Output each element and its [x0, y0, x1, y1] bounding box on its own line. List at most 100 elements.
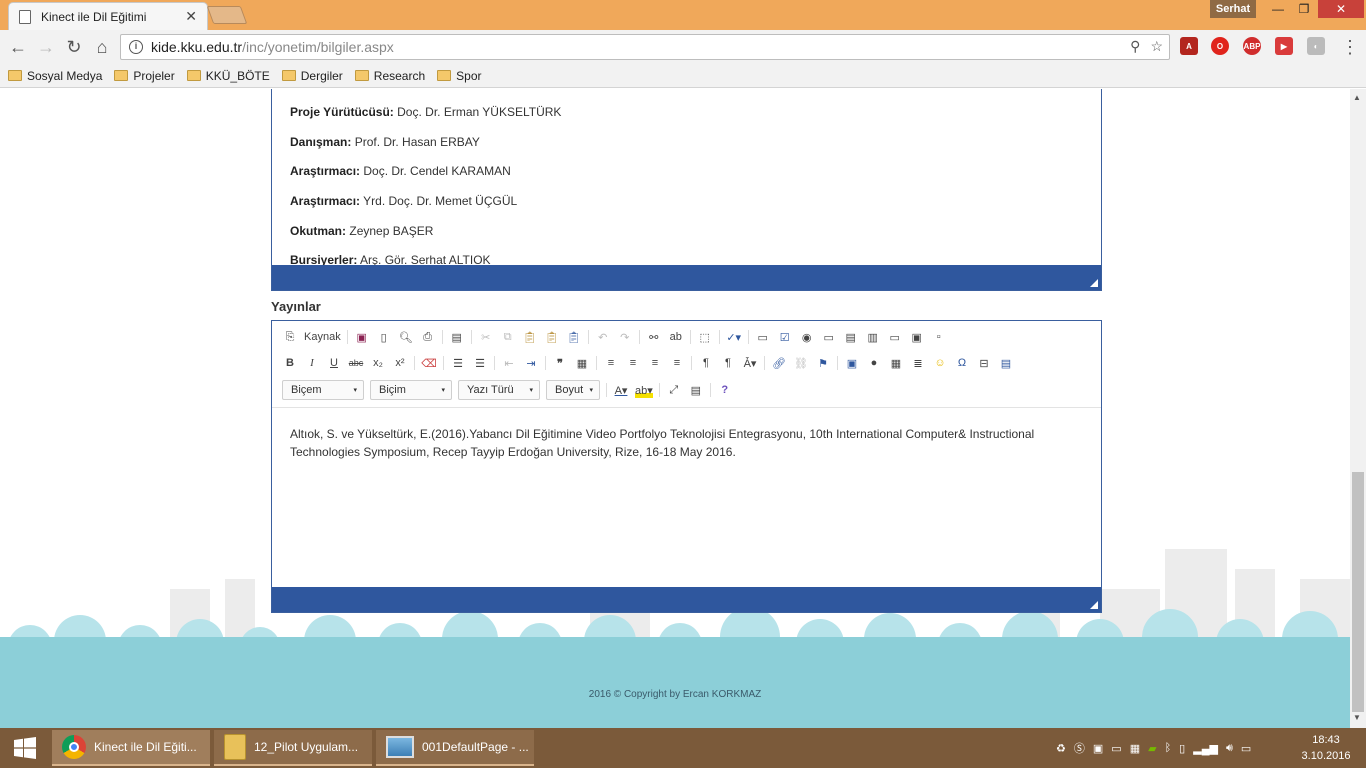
- team-editor[interactable]: Proje Yürütücüsü: Doç. Dr. Erman YÜKSELT…: [271, 89, 1102, 291]
- style-select[interactable]: Biçem ▾: [282, 380, 364, 400]
- resize-handle-icon[interactable]: [1090, 279, 1098, 287]
- align-justify-icon[interactable]: ≡: [669, 355, 685, 371]
- volume-icon[interactable]: 🔊︎: [1226, 742, 1233, 755]
- size-select[interactable]: Boyut ▾: [546, 380, 600, 400]
- italic-icon[interactable]: I: [304, 355, 320, 371]
- iframe-icon[interactable]: ▤: [998, 355, 1014, 371]
- taskbar-item-image[interactable]: 001DefaultPage - ...: [376, 730, 534, 766]
- checkbox-icon[interactable]: ☑: [777, 329, 793, 345]
- page-break-icon[interactable]: ⊟: [976, 355, 992, 371]
- text-color-icon[interactable]: A▾: [613, 382, 629, 398]
- blockquote-icon[interactable]: ❞: [552, 355, 568, 371]
- nvidia-icon[interactable]: ▰: [1148, 742, 1156, 755]
- bookmark-folder[interactable]: Research: [354, 69, 425, 83]
- publications-editor[interactable]: ⎘ Kaynak ▣ ▯ 🔍︎ ⎙ ▤ ✂ ⧉ 📋︎ 📋︎ 📋︎ ↶ ↷ ⚯ a…: [271, 320, 1102, 613]
- new-tab-button[interactable]: [206, 6, 248, 24]
- font-select[interactable]: Yazı Türü ▾: [458, 380, 540, 400]
- copy-icon[interactable]: ⧉: [500, 329, 516, 345]
- select-all-icon[interactable]: ⬚: [697, 329, 713, 345]
- hidden-field-icon[interactable]: ▫: [931, 329, 947, 345]
- battery-icon[interactable]: ▯: [1179, 742, 1185, 755]
- address-bar[interactable]: i kide.kku.edu.tr/inc/yonetim/bilgiler.a…: [120, 34, 1170, 60]
- bulleted-list-icon[interactable]: ☰: [472, 355, 488, 371]
- align-left-icon[interactable]: ≡: [603, 355, 619, 371]
- horizontal-rule-icon[interactable]: ≣: [910, 355, 926, 371]
- pdf-extension-icon[interactable]: A: [1180, 37, 1198, 55]
- spellcheck-icon[interactable]: ✓▾: [726, 329, 742, 345]
- adblock-extension-icon[interactable]: ABP: [1243, 37, 1261, 55]
- minimize-icon[interactable]: —: [1266, 0, 1290, 18]
- numbered-list-icon[interactable]: ☰: [450, 355, 466, 371]
- align-center-icon[interactable]: ≡: [625, 355, 641, 371]
- form-icon[interactable]: ▭: [755, 329, 771, 345]
- sync-icon[interactable]: ♻: [1056, 742, 1066, 755]
- tab-close-icon[interactable]: ✕: [185, 8, 197, 25]
- select-icon[interactable]: ▥: [865, 329, 881, 345]
- restore-icon[interactable]: ❐: [1292, 0, 1316, 18]
- display-icon[interactable]: ▭: [1111, 742, 1121, 755]
- tray-app-icon[interactable]: ▣: [1093, 742, 1103, 755]
- page-scrollbar[interactable]: ▲ ▼: [1350, 89, 1366, 729]
- paste-text-icon[interactable]: 📋︎: [544, 329, 560, 345]
- info-icon[interactable]: i: [129, 40, 143, 54]
- scroll-thumb[interactable]: [1352, 472, 1364, 712]
- start-button[interactable]: [0, 728, 50, 768]
- subscript-icon[interactable]: x₂: [370, 355, 386, 371]
- undo-icon[interactable]: ↶: [595, 329, 611, 345]
- preview-icon[interactable]: 🔍︎: [398, 329, 414, 345]
- extension-icon[interactable]: ◐: [1307, 37, 1325, 55]
- superscript-icon[interactable]: x²: [392, 355, 408, 371]
- indent-icon[interactable]: ⇥: [523, 355, 539, 371]
- zoom-icon[interactable]: ⚲: [1130, 38, 1140, 55]
- forward-icon[interactable]: →: [32, 33, 60, 61]
- templates-icon[interactable]: ▤: [449, 329, 465, 345]
- new-page-icon[interactable]: ▯: [376, 329, 392, 345]
- source-button[interactable]: Kaynak: [304, 329, 341, 345]
- table-icon[interactable]: ▦: [888, 355, 904, 371]
- browser-tab[interactable]: Kinect ile Dil Eğitimi ✕: [8, 2, 208, 30]
- link-icon[interactable]: 🔗︎: [771, 355, 787, 371]
- taskbar-item-chrome[interactable]: Kinect ile Dil Eğiti...: [52, 730, 210, 766]
- bookmark-folder[interactable]: Spor: [437, 69, 482, 83]
- bookmark-folder[interactable]: KKÜ_BÖTE: [186, 69, 270, 83]
- remove-format-icon[interactable]: ⌫: [421, 355, 437, 371]
- bookmark-folder[interactable]: Projeler: [114, 69, 175, 83]
- window-close-icon[interactable]: ✕: [1318, 0, 1364, 18]
- maximize-icon[interactable]: ⤢: [666, 382, 682, 398]
- rtl-icon[interactable]: ¶: [720, 355, 736, 371]
- find-icon[interactable]: ⚯: [646, 329, 662, 345]
- underline-icon[interactable]: U: [326, 355, 342, 371]
- wifi-icon[interactable]: ▂▄▆: [1193, 742, 1218, 755]
- ltr-icon[interactable]: ¶: [698, 355, 714, 371]
- paste-icon[interactable]: 📋︎: [522, 329, 538, 345]
- unlink-icon[interactable]: ⛓: [793, 355, 809, 371]
- image-button-icon[interactable]: ▣: [909, 329, 925, 345]
- menu-icon[interactable]: ⋮: [1336, 33, 1364, 61]
- format-select[interactable]: Biçim ▾: [370, 380, 452, 400]
- resize-handle-icon[interactable]: [1090, 601, 1098, 609]
- outdent-icon[interactable]: ⇤: [501, 355, 517, 371]
- taskbar-item-folder[interactable]: 12_Pilot Uygulam...: [214, 730, 372, 766]
- bg-color-icon[interactable]: ab▾: [635, 382, 653, 398]
- scroll-down-icon[interactable]: ▼: [1353, 713, 1361, 722]
- textfield-icon[interactable]: ▭: [821, 329, 837, 345]
- video-extension-icon[interactable]: ▶: [1275, 37, 1293, 55]
- source-icon[interactable]: ⎘: [282, 329, 298, 345]
- reload-icon[interactable]: ↻: [60, 33, 88, 61]
- opera-extension-icon[interactable]: O: [1211, 37, 1229, 55]
- save-icon[interactable]: ▣: [354, 329, 370, 345]
- button-icon[interactable]: ▭: [887, 329, 903, 345]
- special-char-icon[interactable]: Ω: [954, 355, 970, 371]
- network-app-icon[interactable]: ▦: [1130, 742, 1140, 755]
- profile-button[interactable]: Serhat: [1210, 0, 1256, 18]
- align-right-icon[interactable]: ≡: [647, 355, 663, 371]
- redo-icon[interactable]: ↷: [617, 329, 633, 345]
- publications-content[interactable]: Altıok, S. ve Yükseltürk, E.(2016).Yaban…: [290, 425, 1070, 461]
- radio-icon[interactable]: ◉: [799, 329, 815, 345]
- anchor-icon[interactable]: ⚑: [815, 355, 831, 371]
- show-blocks-icon[interactable]: ▤: [688, 382, 704, 398]
- strike-icon[interactable]: abc: [348, 355, 364, 371]
- skype-icon[interactable]: Ⓢ: [1074, 740, 1085, 756]
- flash-icon[interactable]: ●: [866, 355, 882, 371]
- bookmark-folder[interactable]: Sosyal Medya: [8, 69, 102, 83]
